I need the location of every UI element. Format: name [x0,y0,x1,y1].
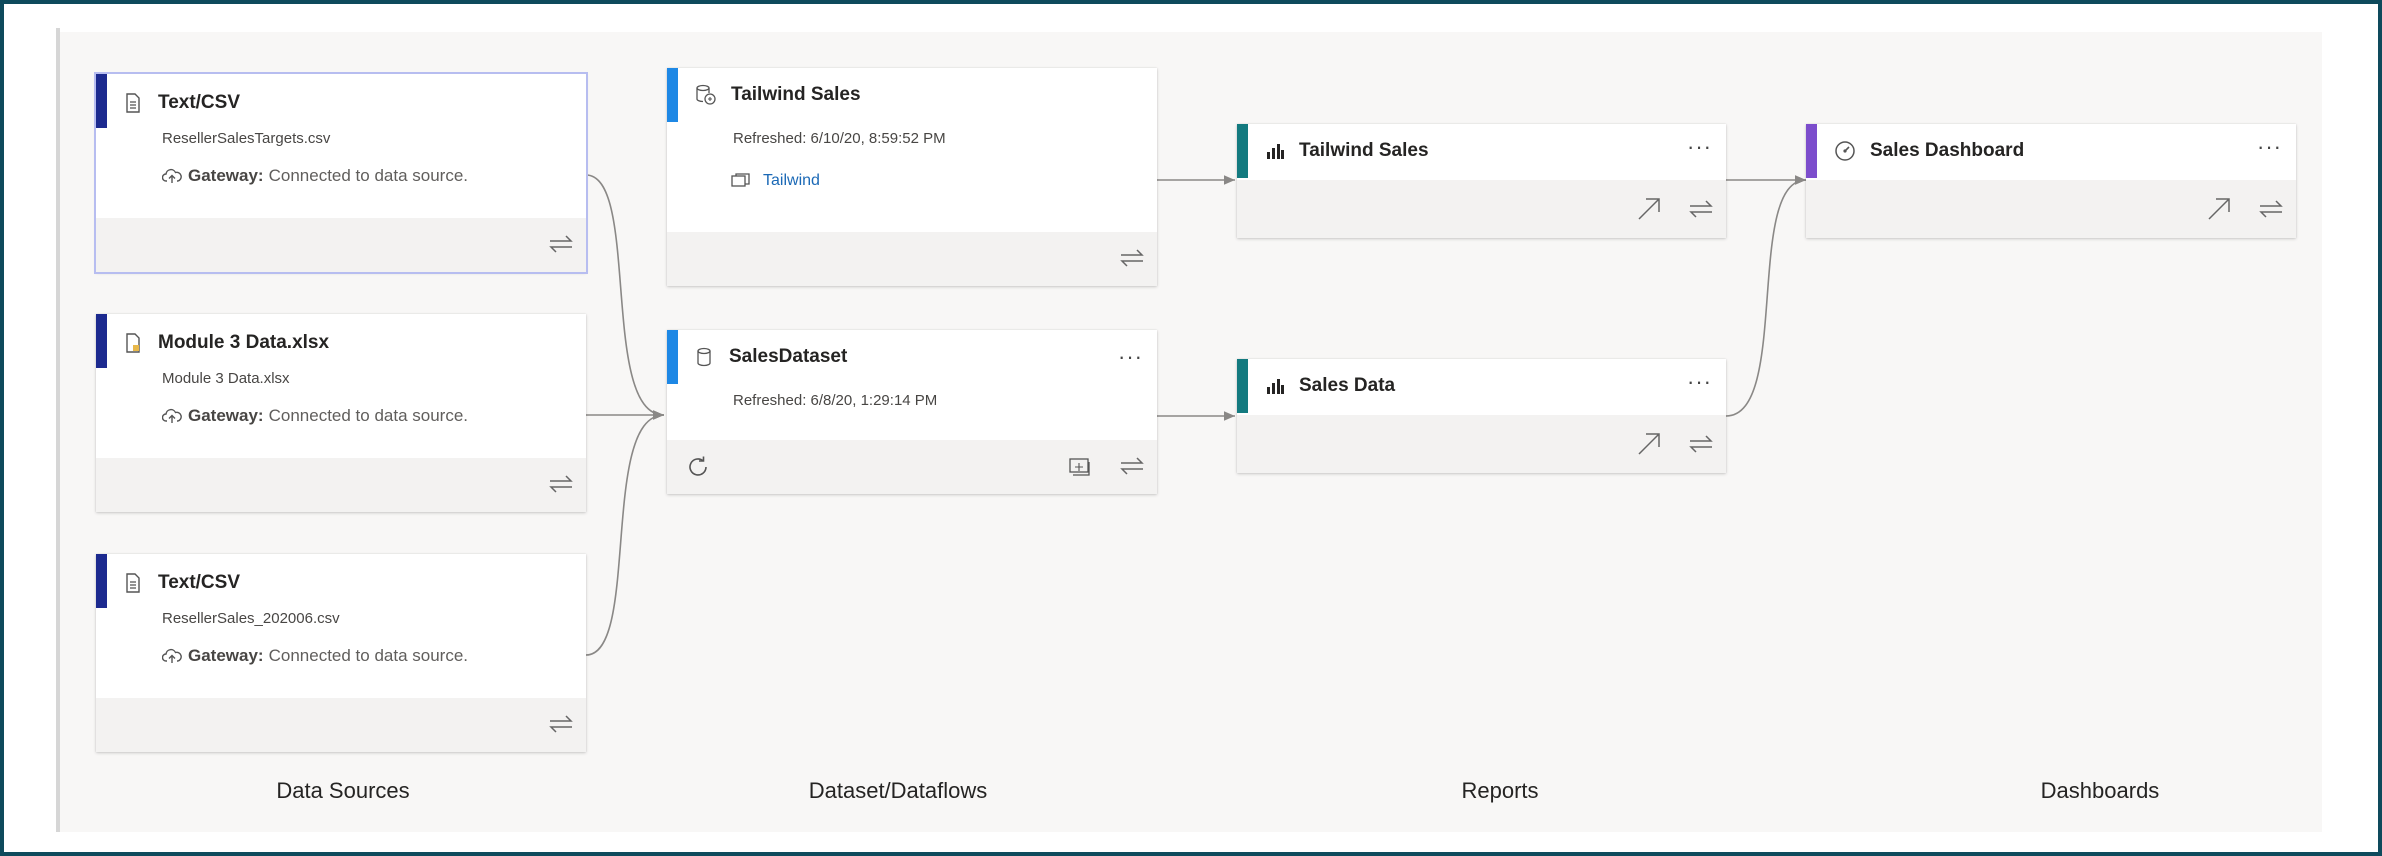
lineage-swap-icon[interactable] [548,474,574,499]
dashboard-card-sales-dashboard[interactable]: Sales Dashboard ··· [1806,124,2296,238]
more-options-button[interactable]: ··· [1687,136,1712,158]
source-type: Module 3 Data.xlsx [158,332,330,353]
more-options-button[interactable]: ··· [2257,136,2282,158]
report-accent [1237,124,1248,178]
report-bar-chart-icon [1265,377,1285,395]
text-file-icon [124,573,142,593]
dataset-card-tailwind-sales[interactable]: Tailwind Sales Refreshed: 6/10/20, 8:59:… [667,68,1157,286]
refresh-icon[interactable] [685,454,711,485]
report-accent [1237,359,1248,413]
cloud-upload-icon [162,648,182,664]
gateway-label: Gateway: [188,646,264,665]
open-arrow-icon[interactable] [1636,196,1662,227]
card-footer [1806,180,2296,238]
dataset-card-salesdataset[interactable]: SalesDataset ··· Refreshed: 6/8/20, 1:29… [667,330,1157,494]
dashboard-gauge-icon [1834,140,1856,162]
source-accent [96,314,107,368]
gateway-label: Gateway: [188,166,264,185]
dashboard-accent [1806,124,1817,178]
dataset-refreshed: Refreshed: 6/10/20, 8:59:52 PM [733,130,946,147]
lineage-swap-icon[interactable] [1119,456,1145,481]
dataflow-icon [695,84,717,106]
source-card-1[interactable]: Text/CSV ResellerSalesTargets.csv Gatewa… [94,72,588,274]
more-options-button[interactable]: ··· [1118,346,1143,368]
gateway-status: Gateway: Connected to data source. [162,646,468,666]
gateway-text: Connected to data source. [268,406,469,425]
report-name: Sales Data [1299,375,1396,396]
dataset-refreshed: Refreshed: 6/8/20, 1:29:14 PM [733,392,938,409]
source-card-3[interactable]: Text/CSV ResellerSales_202006.csv Gatewa… [96,554,586,752]
source-file-name: Module 3 Data.xlsx [162,370,290,387]
gateway-text: Connected to data source. [268,646,469,665]
lineage-swap-icon[interactable] [2258,199,2284,224]
gateway-status: Gateway: Connected to data source. [162,406,468,426]
report-bar-chart-icon [1265,142,1285,160]
source-type: Text/CSV [158,572,241,593]
source-card-2[interactable]: Module 3 Data.xlsx Module 3 Data.xlsx Ga… [96,314,586,512]
text-file-icon [124,93,142,113]
excel-file-icon [124,333,142,353]
workspace-icon [731,173,751,189]
source-file-name: ResellerSalesTargets.csv [162,130,331,147]
lineage-swap-icon[interactable] [1688,434,1714,459]
schedule-refresh-icon[interactable] [1069,456,1093,481]
gateway-label: Gateway: [188,406,264,425]
source-accent [96,74,107,128]
workspace-link[interactable]: Tailwind [731,172,820,190]
lineage-swap-icon[interactable] [548,234,574,259]
open-arrow-icon[interactable] [2206,196,2232,227]
cloud-upload-icon [162,168,182,184]
dataset-cylinder-icon [695,347,713,367]
card-footer [667,440,1157,494]
open-arrow-icon[interactable] [1636,431,1662,462]
dashboard-name: Sales Dashboard [1870,140,2025,161]
card-footer [96,218,586,272]
workspace-link-text[interactable]: Tailwind [763,172,820,190]
report-card-sales-data[interactable]: Sales Data ··· [1237,359,1726,473]
dataset-name: Tailwind Sales [731,84,861,105]
dataset-accent [667,68,678,122]
gateway-status: Gateway: Connected to data source. [162,166,468,186]
dataset-name: SalesDataset [729,346,848,367]
column-label-reports: Reports [1461,778,1539,803]
column-label-dashboards: Dashboards [2040,778,2160,803]
gateway-text: Connected to data source. [268,166,469,185]
card-footer [1237,180,1726,238]
source-type: Text/CSV [158,92,241,113]
source-file-name: ResellerSales_202006.csv [162,610,340,627]
dataset-accent [667,330,678,384]
card-footer [96,698,586,752]
report-name: Tailwind Sales [1299,140,1429,161]
card-footer [96,458,586,512]
lineage-swap-icon[interactable] [1688,199,1714,224]
card-footer [1237,415,1726,473]
card-footer [667,232,1157,286]
column-label-datasets: Dataset/Dataflows [808,778,988,803]
lineage-swap-icon[interactable] [548,714,574,739]
lineage-swap-icon[interactable] [1119,248,1145,273]
column-label-data-sources: Data Sources [276,778,410,803]
more-options-button[interactable]: ··· [1687,371,1712,393]
cloud-upload-icon [162,408,182,424]
source-accent [96,554,107,608]
report-card-tailwind-sales[interactable]: Tailwind Sales ··· [1237,124,1726,238]
